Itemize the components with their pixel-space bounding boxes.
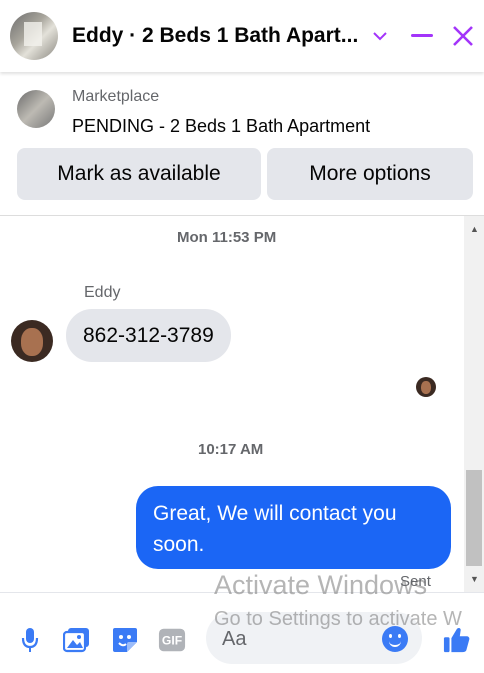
listing-thumbnail[interactable] <box>17 90 55 128</box>
microphone-icon[interactable] <box>16 626 44 654</box>
svg-text:GIF: GIF <box>162 634 182 648</box>
minimize-icon[interactable] <box>406 20 438 52</box>
read-receipt-avatar <box>416 377 436 397</box>
chevron-down-icon[interactable] <box>364 20 396 52</box>
timestamp: 10:17 AM <box>198 441 264 458</box>
mark-as-available-button[interactable]: Mark as available <box>17 148 261 200</box>
activation-watermark-title: Activate Windows <box>214 570 428 600</box>
sticker-icon[interactable] <box>111 626 139 654</box>
marketplace-label: Marketplace <box>72 88 160 105</box>
more-options-button[interactable]: More options <box>267 148 473 200</box>
message-status: Sent <box>400 573 431 590</box>
timestamp: Mon 11:53 PM <box>177 229 277 246</box>
sender-name: Eddy <box>84 284 121 301</box>
listing-status: PENDING - 2 Beds 1 Bath Apartment <box>72 116 371 136</box>
activation-watermark-subtitle: Go to Settings to activate W <box>214 608 462 630</box>
incoming-message-bubble[interactable]: 862-312-3789 <box>66 309 231 362</box>
photo-icon[interactable] <box>63 626 91 654</box>
chat-header: Eddy · 2 Beds 1 Bath Apart... <box>0 0 484 72</box>
conversation-avatar[interactable] <box>10 12 58 60</box>
sender-avatar[interactable] <box>11 320 53 362</box>
close-icon[interactable] <box>447 20 479 52</box>
gif-icon[interactable]: GIF <box>158 626 186 654</box>
scroll-down-arrow-icon[interactable]: ▼ <box>470 574 479 584</box>
scrollbar-thumb[interactable] <box>466 470 482 566</box>
outgoing-message-bubble[interactable]: Great, We will contact you soon. <box>136 486 451 569</box>
message-input-placeholder[interactable]: Aa <box>222 628 246 651</box>
conversation-title[interactable]: Eddy · 2 Beds 1 Bath Apart... <box>72 24 362 48</box>
scroll-up-arrow-icon[interactable]: ▲ <box>470 224 479 234</box>
